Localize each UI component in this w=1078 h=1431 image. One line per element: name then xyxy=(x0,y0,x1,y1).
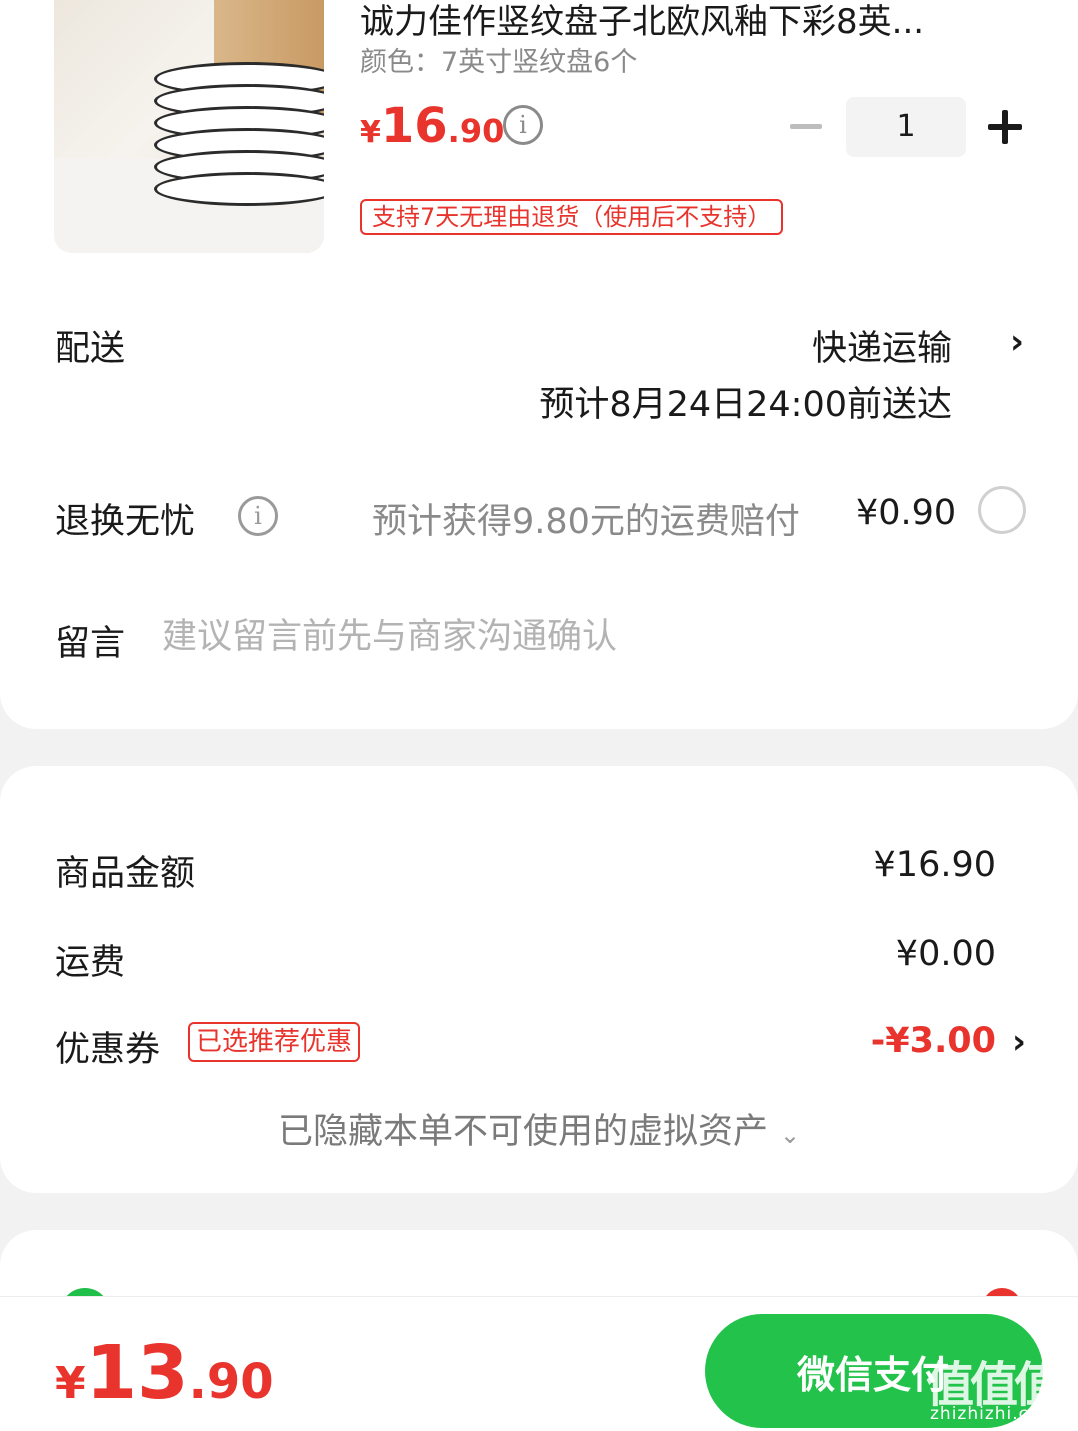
goods-amount-value: ¥16.90 xyxy=(873,845,996,885)
price-integer: 16 xyxy=(380,98,448,154)
return-service-radio[interactable] xyxy=(978,486,1026,534)
total-integer: 13 xyxy=(85,1330,189,1416)
shipping-fee-value: ¥0.00 xyxy=(895,934,996,974)
info-icon[interactable]: i xyxy=(503,105,543,145)
chevron-right-icon[interactable]: › xyxy=(1012,1022,1026,1062)
delivery-label: 配送 xyxy=(55,329,126,369)
goods-amount-label: 商品金额 xyxy=(55,854,196,894)
quantity-plus-button[interactable] xyxy=(988,110,1022,144)
price-decimal: .90 xyxy=(447,112,505,150)
return-service-label: 退换无忧 xyxy=(55,502,196,542)
info-icon[interactable]: i xyxy=(238,496,278,536)
product-image[interactable] xyxy=(54,0,324,253)
note-label: 留言 xyxy=(55,624,126,664)
coupon-value[interactable]: -¥3.00 xyxy=(871,1021,996,1061)
total-currency: ¥ xyxy=(55,1358,86,1409)
total-price: ¥13.90 xyxy=(55,1330,274,1416)
coupon-label: 优惠券 xyxy=(55,1030,161,1070)
note-input[interactable] xyxy=(162,612,1022,662)
quantity-minus-button[interactable] xyxy=(790,124,822,129)
delivery-eta: 预计8月24日24:00前送达 xyxy=(539,385,952,425)
price-currency: ¥ xyxy=(360,115,381,150)
product-price: ¥16.90 xyxy=(360,98,504,154)
product-title[interactable]: 诚力佳作竖纹盘子北欧风釉下彩8英... xyxy=(360,0,1010,43)
watermark-url: zhizhizhi.com xyxy=(930,1404,1058,1424)
shipping-fee-label: 运费 xyxy=(55,943,126,983)
coupon-badge: 已选推荐优惠 xyxy=(188,1022,361,1062)
hidden-assets-text: 已隐藏本单不可使用的虚拟资产 xyxy=(277,1112,768,1152)
total-decimal: .90 xyxy=(188,1354,274,1410)
hidden-assets-toggle[interactable]: 已隐藏本单不可使用的虚拟资产 ⌄ xyxy=(0,1103,1078,1154)
chevron-down-icon: ⌄ xyxy=(779,1121,801,1149)
return-service-price: ¥0.90 xyxy=(856,493,957,533)
return-policy-badge: 支持7天无理由退货（使用后不支持） xyxy=(360,199,784,235)
chevron-right-icon[interactable]: › xyxy=(1010,322,1024,362)
product-variant: 颜色：7英寸竖纹盘6个 xyxy=(360,47,638,78)
return-service-description: 预计获得9.80元的运费赔付 xyxy=(372,502,800,542)
quantity-value[interactable]: 1 xyxy=(846,97,966,157)
order-card: 诚力佳作竖纹盘子北欧风釉下彩8英... 颜色：7英寸竖纹盘6个 ¥16.90 i… xyxy=(0,0,1078,729)
delivery-method[interactable]: 快递运输 xyxy=(812,320,952,371)
